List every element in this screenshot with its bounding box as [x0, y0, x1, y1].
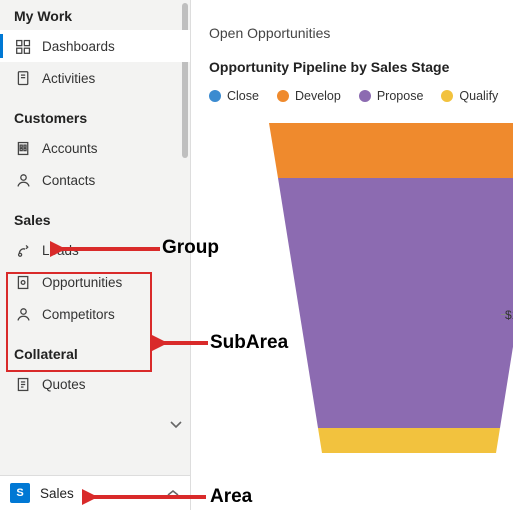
- legend-swatch: [441, 90, 453, 102]
- nav-accounts[interactable]: Accounts: [0, 132, 190, 164]
- opportunities-icon: [14, 273, 32, 291]
- nav-label: Quotes: [42, 377, 86, 392]
- legend-label: Close: [227, 89, 259, 103]
- legend-label: Develop: [295, 89, 341, 103]
- accounts-icon: [14, 139, 32, 157]
- legend-swatch: [359, 90, 371, 102]
- group-customers: Customers: [0, 94, 190, 132]
- legend-swatch: [277, 90, 289, 102]
- chart-data-label: $12: [505, 308, 513, 322]
- leads-icon: [14, 241, 32, 259]
- funnel-seg-develop[interactable]: [269, 123, 513, 178]
- nav-quotes[interactable]: Quotes: [0, 368, 190, 400]
- scroll-down-icon[interactable]: [170, 417, 182, 435]
- area-label: Sales: [40, 486, 74, 501]
- nav-competitors[interactable]: Competitors: [0, 298, 190, 330]
- annotation-label-area: Area: [210, 486, 252, 508]
- legend-item[interactable]: Qualify: [441, 89, 498, 103]
- nav-label: Opportunities: [42, 275, 122, 290]
- chart-title: Opportunity Pipeline by Sales Stage: [209, 59, 513, 75]
- card-title: Open Opportunities: [209, 25, 513, 41]
- legend-item[interactable]: Close: [209, 89, 259, 103]
- nav-label: Competitors: [42, 307, 115, 322]
- dashboards-icon: [14, 37, 32, 55]
- area-switcher[interactable]: S Sales: [0, 475, 190, 510]
- quotes-icon: [14, 375, 32, 393]
- group-my-work: My Work: [0, 0, 190, 30]
- chevron-up-icon: [166, 486, 180, 501]
- legend-label: Qualify: [459, 89, 498, 103]
- group-collateral: Collateral: [0, 330, 190, 368]
- competitors-icon: [14, 305, 32, 323]
- contacts-icon: [14, 171, 32, 189]
- nav-opportunities[interactable]: Opportunities: [0, 266, 190, 298]
- funnel-seg-qualify[interactable]: [318, 428, 500, 453]
- nav-label: Accounts: [42, 141, 98, 156]
- nav-contacts[interactable]: Contacts: [0, 164, 190, 196]
- chart-legend: Close Develop Propose Qualify: [209, 89, 513, 103]
- funnel-seg-propose[interactable]: [278, 178, 513, 428]
- funnel-chart: $12: [209, 123, 513, 443]
- nav-label: Activities: [42, 71, 95, 86]
- legend-item[interactable]: Develop: [277, 89, 341, 103]
- nav-activities[interactable]: Activities: [0, 62, 190, 94]
- legend-label: Propose: [377, 89, 424, 103]
- annotation-label-group: Group: [162, 237, 219, 259]
- nav-label: Dashboards: [42, 39, 115, 54]
- area-badge: S: [10, 483, 30, 503]
- annotation-label-subarea: SubArea: [210, 332, 288, 354]
- nav-dashboards[interactable]: Dashboards: [0, 30, 190, 62]
- activities-icon: [14, 69, 32, 87]
- legend-item[interactable]: Propose: [359, 89, 424, 103]
- legend-swatch: [209, 90, 221, 102]
- nav-label: Contacts: [42, 173, 95, 188]
- nav-label: Leads: [42, 243, 79, 258]
- main-content: Open Opportunities Opportunity Pipeline …: [190, 0, 513, 510]
- group-sales: Sales: [0, 196, 190, 234]
